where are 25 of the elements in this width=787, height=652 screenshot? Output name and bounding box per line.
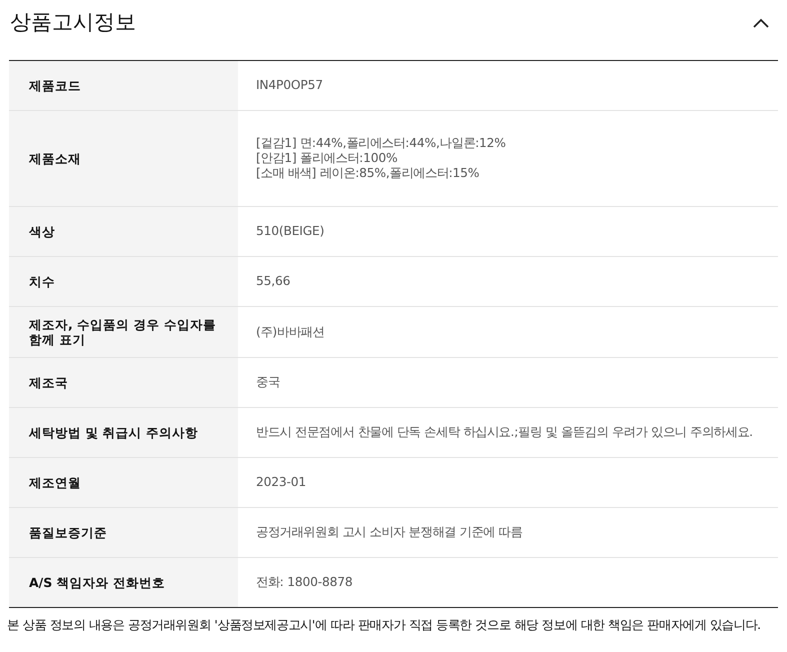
row-label: 제품소재 — [29, 151, 81, 166]
row-value: 반드시 전문점에서 찬물에 단독 손세탁 하십시요.;필링 및 올뜯김의 우려가 있으니 주의하세요. — [256, 425, 754, 440]
section-title: 상품고시정보 — [9, 8, 136, 36]
row-label: 세탁방법 및 취급시 주의사항 — [29, 425, 198, 440]
row-label: 제조자, 수입품의 경우 수입자를 함께 표기 — [29, 317, 217, 347]
row-value: (주)바바패션 — [256, 324, 326, 340]
notice-text: 본 상품 정보의 내용은 공정거래위원회 '상품정보제공고시'에 따라 판매자가 직접 등록한 것으로 해당 정보에 대한 책임은 판매자에게 있습니다. — [7, 617, 762, 634]
row-label: 제조국 — [29, 375, 68, 390]
row-value: 55,66 — [256, 274, 292, 289]
row-label: 제품코드 — [29, 78, 81, 93]
row-value: [소매 배색] 레이온:85%,폴리에스터:15% — [256, 166, 480, 181]
row-label: 치수 — [29, 274, 55, 289]
chevron-up-icon — [753, 18, 769, 28]
row-label: A/S 책임자와 전화번호 — [29, 575, 165, 590]
row-label: 색상 — [29, 224, 55, 239]
row-value: 전화: 1800-8878 — [256, 575, 354, 590]
row-label: 품질보증기준 — [29, 525, 107, 540]
row-value: 510(BEIGE) — [256, 224, 326, 239]
row-value: [겉감1] 면:44%,폴리에스터:44%,나일론:12% — [256, 136, 507, 151]
row-value: 중국 — [256, 375, 281, 390]
row-value: 2023-01 — [256, 475, 307, 490]
row-label: 제조연월 — [29, 475, 81, 490]
row-value: 공정거래위원회 고시 소비자 분쟁해결 기준에 따름 — [256, 525, 524, 540]
row-value: [안감1] 폴리에스터:100% — [256, 151, 398, 166]
row-value: IN4P0OP57 — [256, 78, 324, 93]
